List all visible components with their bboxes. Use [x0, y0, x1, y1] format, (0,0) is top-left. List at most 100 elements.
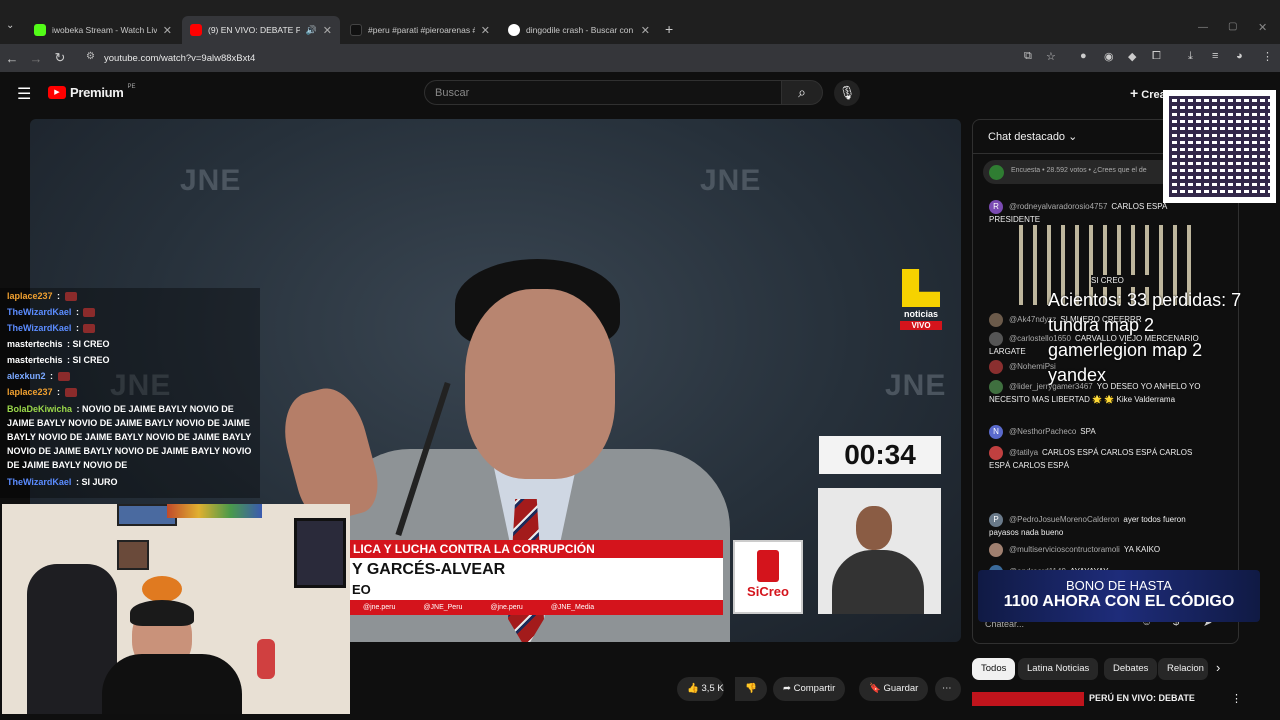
background-logo: JNE	[700, 164, 762, 197]
tab-tiktok[interactable]: #peru #parati #pieroarenas #ki ✕	[342, 16, 498, 44]
tab-google[interactable]: dingodile crash - Buscar con Go ✕	[500, 16, 658, 44]
tab-kick[interactable]: iwobeka Stream - Watch Live on ✕	[26, 16, 180, 44]
maximize-button[interactable]: ▢	[1228, 21, 1237, 32]
avatar	[989, 332, 1003, 346]
overlay-chat-line: TheWizardKael :	[0, 304, 260, 320]
logo-text: Premium	[70, 85, 124, 100]
chat-message: @multiservicioscontructoramoli YA KAIKO	[989, 543, 1204, 557]
overlay-chat-line: TheWizardKael :	[0, 320, 260, 336]
promo-line: BONO DE HASTA	[1066, 578, 1172, 593]
bookmark-icon: 🔖	[869, 683, 881, 694]
dislike-button[interactable]: 👎	[735, 677, 767, 701]
extension-icon[interactable]: ◆	[1128, 50, 1136, 63]
chip-todos[interactable]: Todos	[972, 658, 1016, 680]
youtube-logo[interactable]: ▶ Premium PE	[48, 84, 136, 100]
bookmark-star-icon[interactable]: ☆	[1046, 50, 1056, 63]
related-thumbnail[interactable]	[972, 692, 1084, 706]
poll-icon	[989, 165, 1004, 180]
chat-username[interactable]: @PedroJosueMorenoCalderon	[1009, 515, 1119, 524]
tab-title: (9) EN VIVO: DEBATE PRESI	[208, 25, 300, 35]
save-button[interactable]: 🔖 Guardar	[859, 677, 929, 701]
extensions-puzzle-icon[interactable]: ⧠	[1152, 50, 1161, 63]
like-button[interactable]: 👍 3,5 K	[677, 677, 724, 701]
voice-search-button[interactable]: 🎙	[834, 80, 860, 106]
close-icon[interactable]: ✕	[481, 24, 490, 37]
chat-message: N @NesthorPacheco SPA	[989, 425, 1204, 439]
search-button[interactable]: ⌕	[781, 80, 823, 105]
related-title[interactable]: PERÚ EN VIVO: DEBATE	[1089, 693, 1195, 703]
new-tab-button[interactable]: +	[665, 21, 673, 37]
hamburger-menu-icon[interactable]: ☰	[17, 84, 31, 104]
background-logo: JNE	[180, 164, 242, 197]
chat-username: TheWizardKael	[7, 477, 72, 487]
qr-pattern	[1169, 96, 1270, 197]
overlay-chat-line: BolaDeKiwicha : NOVIO DE JAIME BAYLY NOV…	[7, 404, 252, 470]
emote-icon	[83, 308, 96, 318]
chevron-right-icon[interactable]: ›	[1216, 660, 1220, 675]
close-icon[interactable]: ✕	[323, 24, 332, 37]
download-icon[interactable]: ⤓	[1188, 50, 1193, 63]
search-icon: ⌕	[798, 84, 806, 100]
chevron-down-icon[interactable]: ⌄	[1068, 131, 1077, 143]
minimize-button[interactable]: —	[1198, 22, 1208, 33]
emote-icon	[83, 324, 96, 334]
tiktok-icon	[350, 24, 362, 36]
chat-message: P @PedroJosueMorenoCalderon ayer todos fue…	[989, 513, 1204, 539]
streamer-shirt	[102, 654, 242, 714]
chat-text: SI JURO	[81, 477, 118, 487]
tab-youtube[interactable]: (9) EN VIVO: DEBATE PRESI 🔊 ✕	[182, 16, 340, 44]
browser-tab-bar: ⌄ iwobeka Stream - Watch Live on ✕ (9) E…	[0, 0, 1280, 44]
chip-latina[interactable]: Latina Noticias	[1018, 658, 1099, 680]
streamer-hair	[130, 600, 194, 626]
extension-icon[interactable]: ◉	[1104, 50, 1114, 63]
overlay-line: yandex	[1048, 365, 1107, 385]
site-info-icon[interactable]: ⚙	[86, 51, 95, 62]
save-label: Guardar	[883, 683, 919, 694]
chat-username[interactable]: @NesthorPacheco	[1009, 427, 1076, 436]
chip-relacion[interactable]: Relacion	[1158, 658, 1208, 680]
tab-search-icon[interactable]: ⌄	[6, 20, 14, 31]
poll-banner[interactable]: Encuesta • 28.592 votos • ¿Crees que el …	[983, 160, 1183, 184]
close-icon[interactable]: ✕	[163, 24, 172, 37]
media-icon[interactable]: ≡	[1212, 50, 1218, 62]
avatar	[989, 380, 1003, 394]
share-icon: ➦	[783, 683, 791, 694]
search-input[interactable]: Buscar	[424, 80, 782, 105]
chip-debates[interactable]: Debates	[1104, 658, 1158, 680]
close-icon[interactable]: ✕	[641, 24, 650, 37]
chat-text: SI CREO	[1091, 275, 1151, 287]
stream-overlay-text: Acientos: 33 perdidas: 7 tundra map 2 ga…	[1048, 288, 1241, 388]
profile-avatar[interactable]: ◕	[1236, 50, 1243, 62]
plush-toy	[142, 576, 182, 602]
chat-username[interactable]: @tatilya	[1009, 448, 1038, 457]
menu-icon[interactable]: ⋮	[1262, 50, 1273, 63]
overlay-line: tundra map 2	[1048, 315, 1155, 335]
more-icon[interactable]: ⋮	[1231, 692, 1242, 705]
chat-username: BolaDeKiwicha	[7, 404, 73, 414]
chat-username[interactable]: @rodneyalvaradorosio4757	[1009, 202, 1107, 211]
chat-text: SI CREO	[72, 339, 110, 349]
avatar	[989, 543, 1003, 557]
chat-mode-selector[interactable]: Chat destacado	[988, 131, 1065, 143]
share-label: Compartir	[793, 683, 836, 694]
avatar	[989, 446, 1003, 460]
speaker-icon[interactable]: 🔊	[306, 25, 317, 36]
forward-icon[interactable]: →	[24, 51, 48, 66]
avatar	[989, 360, 1003, 374]
latina-noticias-logo: noticias VIVO	[900, 269, 942, 341]
close-window-button[interactable]: ✕	[1258, 21, 1267, 34]
chat-username[interactable]: @multiservicioscontructoramoli	[1009, 545, 1120, 554]
live-badge: VIVO	[900, 321, 942, 330]
extension-icon[interactable]: ●	[1080, 50, 1087, 62]
speaker-face	[465, 289, 615, 479]
more-actions-button[interactable]: ⋯	[935, 677, 961, 701]
cast-icon[interactable]: ⧉	[1024, 50, 1032, 63]
overlay-chat-line: laplace237 :	[0, 288, 260, 304]
latina-logo-icon	[902, 269, 940, 307]
share-button[interactable]: ➦ Compartir	[773, 677, 846, 701]
reload-icon[interactable]: ↻	[48, 50, 72, 66]
url-field[interactable]: youtube.com/watch?v=9alw88xBxt4	[104, 53, 255, 64]
chat-username: laplace237	[7, 291, 53, 301]
microphone-icon: 🎙	[838, 85, 856, 100]
back-icon[interactable]: ←	[0, 51, 24, 66]
